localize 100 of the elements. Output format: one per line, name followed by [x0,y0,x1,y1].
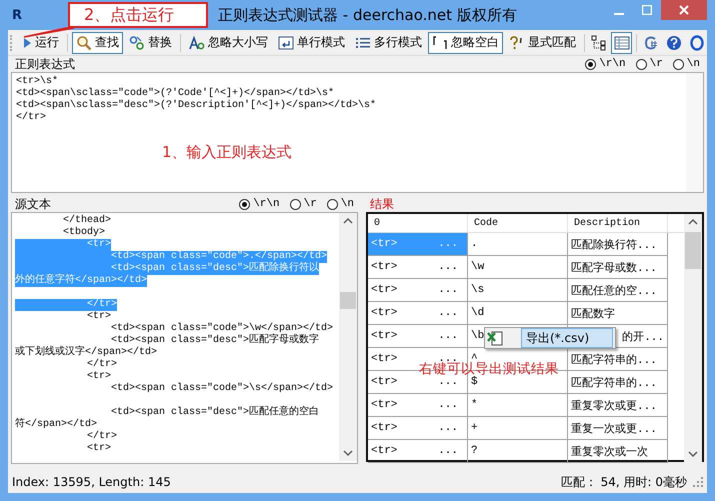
table-cell-text: 重复零次或一次 [571,445,648,458]
code-line: <tr>\s* [16,76,58,88]
radio-option[interactable]: \r [290,198,317,210]
annotation: 1、输入正则表达式 [162,143,292,162]
ellipsis: ... [438,422,459,434]
source-editor[interactable] [11,212,358,464]
window-title: 正则表达式测试器 - deerchao.net 版权所有 [218,6,517,24]
toolbar-button[interactable]: 单行模式 [274,32,349,54]
match-cell[interactable]: <tr> ... [368,325,468,348]
table-cell: ? [471,445,478,457]
ellipsis: ... [438,376,459,388]
ellipsis: ... [438,307,459,319]
table-cell: \b [471,330,484,342]
table-cell: + [471,422,478,434]
toolbar-button[interactable]: 运行 [18,32,63,54]
case-icon [188,34,205,50]
toolbar-button[interactable]: 替换 [124,32,176,54]
grid-button[interactable] [611,32,632,54]
ellipsis: ... [438,445,459,457]
ellipsis: ... [438,399,459,411]
tree-icon [591,34,608,50]
scrollbar[interactable] [686,73,703,192]
code-line: <tbody> [62,227,106,239]
replace-icon [128,34,145,50]
toolbar-button[interactable]: 忽略空白 [428,32,503,54]
toolbar-button[interactable]: 显式匹配 [504,32,580,54]
match-cell[interactable]: <tr> ... [368,279,468,302]
code-line: <tr> [86,371,112,383]
status-text: 匹配： 54, 用时: 0毫秒 [560,474,687,490]
table-cell-text: 匹配除换行符... [571,238,657,252]
code-line: 或下划线或汉字</span></td> [15,347,158,358]
table-cell: . [471,238,478,250]
panel-label: 结果 [370,196,394,212]
match-cell[interactable]: <tr> ... [368,394,468,417]
scrollbar[interactable] [339,213,357,461]
radio-option[interactable]: \r [636,58,663,70]
table-cell: \d [471,307,484,319]
table-cell: ^ [471,353,478,365]
grid-icon [614,34,630,50]
ellipsis: ... [438,284,459,296]
code-line: <td><span class="desc">匹配任意的空白 [110,407,320,419]
brackets-icon [432,34,448,50]
radio-option[interactable]: \r\n [585,58,626,70]
code-line: </thead> [62,215,112,226]
table-cell: <tr> [371,376,398,388]
match-cell[interactable]: <tr> ... [368,256,468,279]
match-cell[interactable]: <tr> ... [368,440,468,463]
code-line: 符</span></td> [15,419,98,430]
code-line: </tr> [16,112,46,124]
ring-icon [688,34,705,50]
search-icon [76,34,92,50]
table-cell-text: 匹配字符串的... [571,376,657,390]
toolbar-button[interactable]: 多行模式 [350,32,426,54]
toolbar-button[interactable]: 忽略大小写 [184,32,272,54]
spreadsheet-icon [487,330,503,346]
app-logo: R [12,8,22,22]
radio-option[interactable]: \n [326,198,354,210]
minimize-icon [614,12,624,14]
table-cell: <tr> [371,422,398,434]
close-icon [679,5,689,15]
code-line: <td><span class="code">\w</span></td> [110,323,334,334]
code-icon [643,34,660,50]
table-cell: * [471,399,478,411]
callout: 2、点击运行 [68,2,208,28]
play-icon [22,36,32,50]
table-cell: <tr> [371,284,398,296]
match-cell[interactable]: <tr> ... [368,302,468,325]
ellipsis: ... [438,261,459,273]
code-line: </tr> [86,431,118,443]
radio-option[interactable]: \n [672,58,700,70]
table-cell-text: 重复一次或更... [571,422,657,436]
scrollbar[interactable] [684,214,702,462]
panel-label: 正则表达式 [15,56,75,72]
table-cell: \s [471,284,484,296]
code-line: <td><span class="code">\s</span></td> [110,383,334,395]
regex-editor[interactable]: <tr>\s* <td><span\sclass="code">(?'Code'[^<]+)</span></td>\s* <td><span\sclass="desc">(?'Description'[^<]+)</span></td>\s* </tr> 1、输入正则表达式 [11,72,704,193]
table-cell: <tr> [371,445,398,457]
ellipsis: ... [438,330,459,342]
menu-item[interactable]: 导出(*.csv) [521,328,613,348]
close-button[interactable] [661,0,707,20]
maximize-icon [642,5,652,15]
table-cell: \w [471,261,484,273]
table-cell-text: 匹配字符串的... [571,352,657,366]
table-cell: <tr> [371,307,398,319]
code-line: <tr> [86,443,112,455]
table-cell-text: 的开... [622,330,664,344]
panel-label: 源文本 [15,196,51,212]
table-cell: <tr> [371,399,398,411]
code-line: <td><span\sclass="code">(?'Code'[^<]+)</span></td>\s* [16,88,334,100]
toolbar-button[interactable]: 查找 [72,32,123,54]
resize-grip-icon[interactable] [693,477,703,487]
code-line: </tr> [86,359,118,371]
radio-option[interactable]: \r\n [239,198,280,210]
table-cell-text: 匹配数字 [571,306,615,320]
code-line: <td><span class="desc">匹配字母或数字 [110,335,320,346]
code-line: <tr> [86,311,112,323]
match-cell[interactable]: <tr> ... [368,417,468,440]
table-cell-text: 匹配字母或数... [571,260,657,274]
table-cell: <tr> [371,353,398,365]
table-cell: $ [471,376,478,388]
